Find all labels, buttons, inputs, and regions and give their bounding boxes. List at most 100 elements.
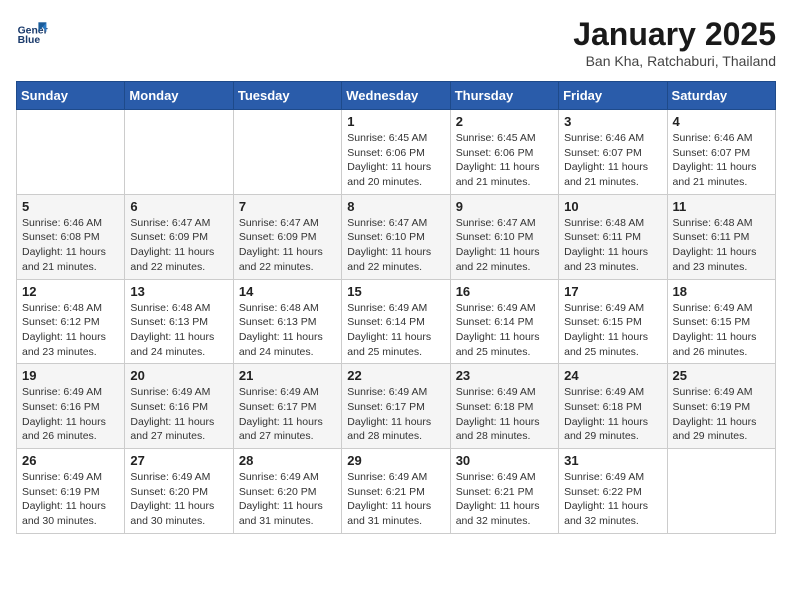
day-info: Sunrise: 6:49 AMSunset: 6:20 PMDaylight:… (239, 470, 336, 529)
day-number: 13 (130, 284, 227, 299)
day-info: Sunrise: 6:49 AMSunset: 6:22 PMDaylight:… (564, 470, 661, 529)
day-number: 21 (239, 368, 336, 383)
day-number: 2 (456, 114, 553, 129)
weekday-header-sunday: Sunday (17, 82, 125, 110)
day-info: Sunrise: 6:49 AMSunset: 6:15 PMDaylight:… (673, 301, 770, 360)
day-info: Sunrise: 6:45 AMSunset: 6:06 PMDaylight:… (347, 131, 444, 190)
calendar-cell: 31 Sunrise: 6:49 AMSunset: 6:22 PMDayligh… (559, 449, 667, 534)
day-info: Sunrise: 6:47 AMSunset: 6:09 PMDaylight:… (239, 216, 336, 275)
day-info: Sunrise: 6:48 AMSunset: 6:13 PMDaylight:… (130, 301, 227, 360)
day-number: 24 (564, 368, 661, 383)
day-info: Sunrise: 6:49 AMSunset: 6:17 PMDaylight:… (239, 385, 336, 444)
calendar-cell: 10 Sunrise: 6:48 AMSunset: 6:11 PMDayligh… (559, 194, 667, 279)
day-number: 10 (564, 199, 661, 214)
calendar-cell: 28 Sunrise: 6:49 AMSunset: 6:20 PMDayligh… (233, 449, 341, 534)
calendar-cell: 23Sunrise: 6:49 AMSunset: 6:18 PMDayligh… (450, 364, 558, 449)
calendar-cell: 14Sunrise: 6:48 AMSunset: 6:13 PMDayligh… (233, 279, 341, 364)
logo: General Blue (16, 16, 48, 48)
calendar-cell (125, 110, 233, 195)
day-info: Sunrise: 6:49 AMSunset: 6:18 PMDaylight:… (564, 385, 661, 444)
day-number: 4 (673, 114, 770, 129)
calendar-cell: 26 Sunrise: 6:49 AMSunset: 6:19 PMDayligh… (17, 449, 125, 534)
day-number: 31 (564, 453, 661, 468)
calendar-week-row: 12Sunrise: 6:48 AMSunset: 6:12 PMDayligh… (17, 279, 776, 364)
day-number: 1 (347, 114, 444, 129)
calendar-cell: 30 Sunrise: 6:49 AMSunset: 6:21 PMDayligh… (450, 449, 558, 534)
day-info: Sunrise: 6:48 AMSunset: 6:11 PMDaylight:… (564, 216, 661, 275)
day-number: 3 (564, 114, 661, 129)
day-info: Sunrise: 6:49 AMSunset: 6:16 PMDaylight:… (130, 385, 227, 444)
day-info: Sunrise: 6:49 AMSunset: 6:19 PMDaylight:… (22, 470, 119, 529)
day-number: 16 (456, 284, 553, 299)
day-number: 7 (239, 199, 336, 214)
day-number: 5 (22, 199, 119, 214)
calendar-cell: 27Sunrise: 6:49 AMSunset: 6:20 PMDayligh… (125, 449, 233, 534)
calendar-table: SundayMondayTuesdayWednesdayThursdayFrid… (16, 81, 776, 534)
calendar-cell (667, 449, 775, 534)
day-info: Sunrise: 6:49 AMSunset: 6:16 PMDaylight:… (22, 385, 119, 444)
day-info: Sunrise: 6:46 AMSunset: 6:07 PMDaylight:… (673, 131, 770, 190)
day-number: 11 (673, 199, 770, 214)
day-number: 22 (347, 368, 444, 383)
month-title: January 2025 (573, 16, 776, 53)
calendar-cell (17, 110, 125, 195)
calendar-cell: 9Sunrise: 6:47 AMSunset: 6:10 PMDaylight… (450, 194, 558, 279)
day-number: 27 (130, 453, 227, 468)
calendar-cell: 6 Sunrise: 6:47 AMSunset: 6:09 PMDaylight… (125, 194, 233, 279)
calendar-cell: 5 Sunrise: 6:46 AMSunset: 6:08 PMDaylight… (17, 194, 125, 279)
page-header: General Blue January 2025 Ban Kha, Ratch… (16, 16, 776, 69)
weekday-header-monday: Monday (125, 82, 233, 110)
svg-text:Blue: Blue (18, 35, 41, 46)
calendar-cell: 4 Sunrise: 6:46 AMSunset: 6:07 PMDaylight… (667, 110, 775, 195)
title-block: January 2025 Ban Kha, Ratchaburi, Thaila… (573, 16, 776, 69)
day-number: 18 (673, 284, 770, 299)
day-number: 15 (347, 284, 444, 299)
calendar-cell: 29Sunrise: 6:49 AMSunset: 6:21 PMDayligh… (342, 449, 450, 534)
calendar-cell: 25Sunrise: 6:49 AMSunset: 6:19 PMDayligh… (667, 364, 775, 449)
calendar-cell: 7 Sunrise: 6:47 AMSunset: 6:09 PMDaylight… (233, 194, 341, 279)
location-title: Ban Kha, Ratchaburi, Thailand (573, 53, 776, 69)
calendar-cell: 12Sunrise: 6:48 AMSunset: 6:12 PMDayligh… (17, 279, 125, 364)
day-info: Sunrise: 6:49 AMSunset: 6:21 PMDaylight:… (456, 470, 553, 529)
calendar-cell: 18 Sunrise: 6:49 AMSunset: 6:15 PMDayligh… (667, 279, 775, 364)
day-number: 8 (347, 199, 444, 214)
calendar-cell: 22Sunrise: 6:49 AMSunset: 6:17 PMDayligh… (342, 364, 450, 449)
day-number: 26 (22, 453, 119, 468)
weekday-header-tuesday: Tuesday (233, 82, 341, 110)
calendar-week-row: 1 Sunrise: 6:45 AMSunset: 6:06 PMDaylight… (17, 110, 776, 195)
calendar-cell: 15 Sunrise: 6:49 AMSunset: 6:14 PMDayligh… (342, 279, 450, 364)
calendar-cell: 17Sunrise: 6:49 AMSunset: 6:15 PMDayligh… (559, 279, 667, 364)
day-number: 20 (130, 368, 227, 383)
calendar-cell: 19 Sunrise: 6:49 AMSunset: 6:16 PMDayligh… (17, 364, 125, 449)
day-info: Sunrise: 6:48 AMSunset: 6:11 PMDaylight:… (673, 216, 770, 275)
calendar-body: 1 Sunrise: 6:45 AMSunset: 6:06 PMDaylight… (17, 110, 776, 534)
weekday-header-friday: Friday (559, 82, 667, 110)
logo-icon: General Blue (16, 16, 48, 48)
calendar-cell: 24 Sunrise: 6:49 AMSunset: 6:18 PMDayligh… (559, 364, 667, 449)
day-info: Sunrise: 6:49 AMSunset: 6:15 PMDaylight:… (564, 301, 661, 360)
calendar-cell: 2 Sunrise: 6:45 AMSunset: 6:06 PMDaylight… (450, 110, 558, 195)
calendar-cell: 11 Sunrise: 6:48 AMSunset: 6:11 PMDayligh… (667, 194, 775, 279)
day-number: 28 (239, 453, 336, 468)
day-info: Sunrise: 6:45 AMSunset: 6:06 PMDaylight:… (456, 131, 553, 190)
day-info: Sunrise: 6:49 AMSunset: 6:14 PMDaylight:… (347, 301, 444, 360)
calendar-week-row: 5 Sunrise: 6:46 AMSunset: 6:08 PMDaylight… (17, 194, 776, 279)
calendar-header-row: SundayMondayTuesdayWednesdayThursdayFrid… (17, 82, 776, 110)
calendar-cell: 16Sunrise: 6:49 AMSunset: 6:14 PMDayligh… (450, 279, 558, 364)
day-number: 14 (239, 284, 336, 299)
calendar-week-row: 19 Sunrise: 6:49 AMSunset: 6:16 PMDayligh… (17, 364, 776, 449)
day-number: 29 (347, 453, 444, 468)
day-number: 6 (130, 199, 227, 214)
calendar-cell (233, 110, 341, 195)
day-info: Sunrise: 6:47 AMSunset: 6:09 PMDaylight:… (130, 216, 227, 275)
day-info: Sunrise: 6:49 AMSunset: 6:19 PMDaylight:… (673, 385, 770, 444)
day-number: 9 (456, 199, 553, 214)
day-number: 30 (456, 453, 553, 468)
calendar-cell: 13 Sunrise: 6:48 AMSunset: 6:13 PMDayligh… (125, 279, 233, 364)
weekday-header-thursday: Thursday (450, 82, 558, 110)
calendar-cell: 1 Sunrise: 6:45 AMSunset: 6:06 PMDaylight… (342, 110, 450, 195)
calendar-cell: 20 Sunrise: 6:49 AMSunset: 6:16 PMDayligh… (125, 364, 233, 449)
day-number: 19 (22, 368, 119, 383)
weekday-header-saturday: Saturday (667, 82, 775, 110)
day-info: Sunrise: 6:46 AMSunset: 6:08 PMDaylight:… (22, 216, 119, 275)
